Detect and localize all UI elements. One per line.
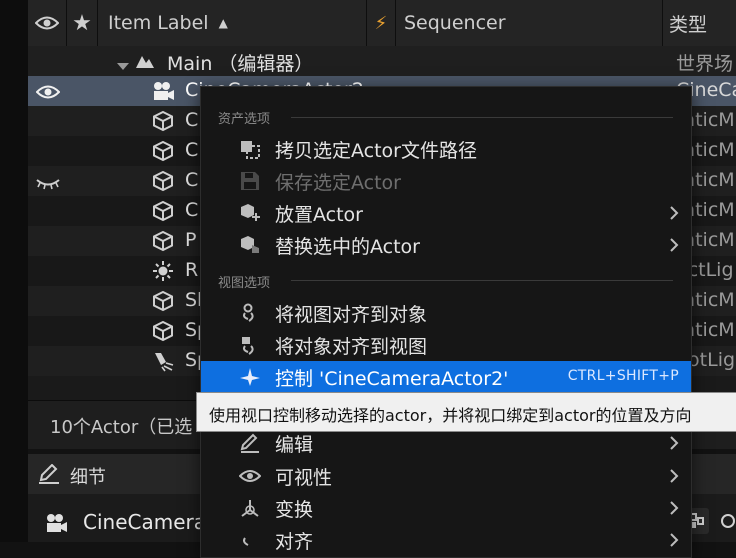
menu-item-label: 保存选定Actor — [275, 172, 401, 194]
section-divider — [291, 280, 673, 281]
sequencer-column-header[interactable]: Sequencer — [396, 0, 663, 46]
tooltip: 使用视口控制移动选择的actor，并将视口绑定到actor的位置及方向 — [196, 392, 736, 432]
light-icon — [152, 260, 174, 282]
section-divider — [291, 117, 673, 118]
menu-item-place-actor[interactable]: 放置Actor — [201, 197, 691, 229]
cube-icon — [152, 170, 174, 192]
sequencer-header-text: Sequencer — [404, 12, 506, 34]
menu-item-save-actor: 保存选定Actor — [201, 165, 691, 197]
visibility-column-header[interactable] — [28, 0, 67, 46]
level-icon — [134, 50, 156, 72]
context-menu: 资产选项 拷贝选定Actor文件路径 保存选定Actor 放置Actor 替换选… — [200, 86, 692, 558]
menu-item-copy-actor-path[interactable]: 拷贝选定Actor文件路径 — [201, 133, 691, 165]
cube-icon — [152, 140, 174, 162]
eye-icon — [238, 466, 262, 486]
pilot-icon — [239, 367, 261, 387]
menu-item-align[interactable]: 对齐 — [201, 524, 691, 556]
menu-item-label: 变换 — [275, 499, 314, 521]
menu-item-label: 拷贝选定Actor文件路径 — [275, 140, 477, 162]
camera-icon — [44, 512, 70, 538]
type-header-text: 类型 — [669, 13, 708, 36]
lightning-icon: ⚡ — [374, 12, 388, 34]
left-panel-strip — [0, 0, 28, 542]
menu-item-label: 对齐 — [275, 531, 314, 553]
pin-column-header[interactable]: ★ — [67, 0, 98, 46]
row-label: R — [185, 259, 199, 281]
menu-item-label: 替换选中的Actor — [275, 236, 420, 258]
menu-item-shortcut: CTRL+SHIFT+P — [567, 368, 679, 384]
snap-view-icon — [239, 303, 261, 323]
row-label: P — [185, 229, 197, 251]
cube-icon — [152, 320, 174, 342]
edit-icon — [239, 433, 261, 453]
sequencer-column-icon-header[interactable]: ⚡ — [367, 0, 396, 46]
details-actor-name: CineCamera — [83, 510, 206, 534]
actor-count-text: 10个Actor（已选 — [50, 417, 193, 438]
row-label: Main （编辑器） — [167, 53, 314, 75]
row-label: C — [185, 109, 199, 131]
spotlight-icon — [152, 350, 174, 372]
copy-path-icon — [239, 139, 261, 159]
menu-item-replace-actor[interactable]: 替换选中的Actor — [201, 229, 691, 261]
transform-icon — [239, 498, 261, 518]
menu-item-label: 编辑 — [275, 434, 314, 456]
chevron-right-icon — [669, 237, 679, 257]
type-column-header[interactable]: 类型 — [663, 0, 736, 46]
save-icon — [239, 171, 261, 191]
cube-icon — [152, 200, 174, 222]
eye-visible-icon[interactable] — [35, 83, 61, 105]
menu-item-label: 控制 'CineCameraActor2' — [275, 368, 509, 390]
row-label: C — [185, 139, 199, 161]
details-settings-icon[interactable] — [717, 510, 736, 536]
item-label-header-text: Item Label — [108, 12, 209, 34]
star-icon: ★ — [72, 10, 92, 36]
menu-item-label: 将对象对齐到视图 — [275, 336, 428, 358]
outliner-header: ★ Item Label ▲ ⚡ Sequencer 类型 — [28, 0, 736, 47]
menu-item-visibility[interactable]: 可视性 — [201, 460, 691, 492]
row-label: C — [185, 169, 199, 191]
menu-item-pilot-actor[interactable]: 控制 'CineCameraActor2' CTRL+SHIFT+P — [201, 361, 691, 393]
section-header-asset-options: 资产选项 — [218, 112, 271, 127]
chevron-right-icon — [669, 468, 679, 488]
details-tab-label: 细节 — [70, 467, 106, 488]
chevron-right-icon — [669, 205, 679, 225]
cube-icon — [152, 290, 174, 312]
row-type: 世界场 — [676, 53, 734, 75]
snap-object-icon — [239, 335, 261, 355]
row-label: C — [185, 199, 199, 221]
menu-item-label: 将视图对齐到对象 — [275, 304, 428, 326]
chevron-right-icon — [669, 532, 679, 552]
menu-item-snap-view-to-object[interactable]: 将视图对齐到对象 — [201, 297, 691, 329]
align-icon — [239, 530, 261, 550]
chevron-down-icon[interactable] — [116, 55, 130, 77]
menu-item-snap-object-to-view[interactable]: 将对象对齐到视图 — [201, 329, 691, 361]
outliner-row-main[interactable]: Main （编辑器） 世界场 — [28, 46, 736, 76]
chevron-right-icon — [669, 500, 679, 520]
edit-pencil-icon — [38, 463, 60, 488]
menu-item-label: 可视性 — [275, 467, 333, 489]
place-actor-icon — [239, 203, 261, 223]
cube-icon — [152, 230, 174, 252]
menu-item-transform[interactable]: 变换 — [201, 492, 691, 524]
chevron-right-icon — [669, 435, 679, 455]
camera-icon — [152, 80, 174, 102]
eye-icon — [35, 16, 59, 30]
section-header-view-options: 视图选项 — [218, 276, 271, 291]
tooltip-text: 使用视口控制移动选择的actor，并将视口绑定到actor的位置及方向 — [209, 406, 692, 425]
sort-ascending-icon: ▲ — [218, 16, 228, 30]
menu-item-label: 放置Actor — [275, 204, 363, 226]
item-label-column-header[interactable]: Item Label ▲ — [98, 0, 367, 46]
eye-hidden-icon[interactable] — [36, 174, 60, 196]
cube-icon — [152, 110, 174, 132]
replace-actor-icon — [239, 235, 261, 255]
